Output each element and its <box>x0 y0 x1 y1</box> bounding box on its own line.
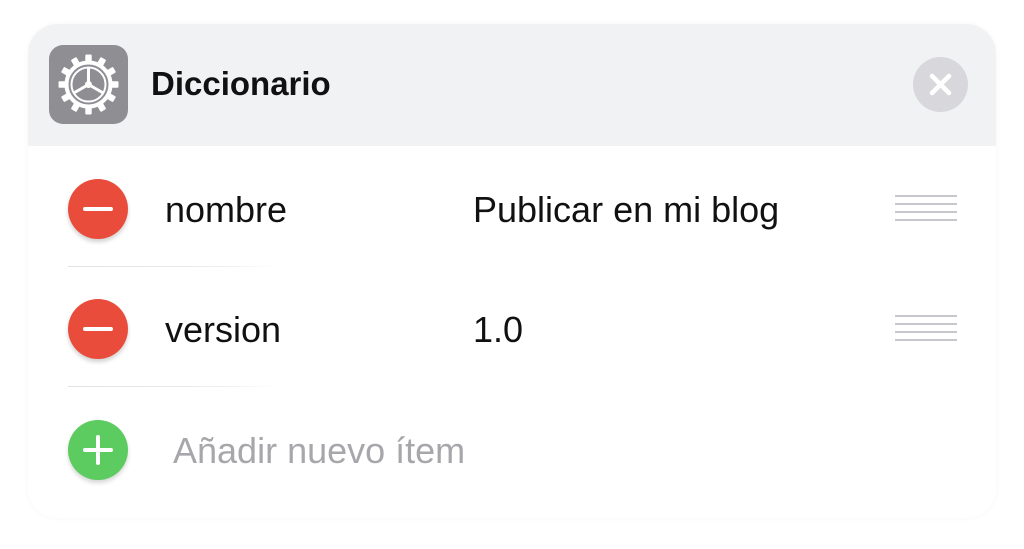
add-item-label[interactable]: Añadir nuevo ítem <box>173 428 465 474</box>
gear-icon <box>49 45 128 124</box>
row-value[interactable]: Publicar en mi blog <box>473 187 883 233</box>
drag-handle-icon[interactable] <box>895 315 957 341</box>
card-header: Diccionario <box>28 24 996 146</box>
drag-handle-icon[interactable] <box>895 195 957 221</box>
dictionary-action-card: Diccionario nombre Publicar en mi blog v… <box>28 24 996 518</box>
dictionary-row: nombre Publicar en mi blog <box>28 149 996 267</box>
dictionary-row: version 1.0 <box>28 269 996 387</box>
plus-circle-icon[interactable] <box>68 420 128 480</box>
row-divider <box>68 266 278 267</box>
row-divider <box>68 386 278 387</box>
card-title: Diccionario <box>151 65 331 102</box>
minus-circle-icon[interactable] <box>68 179 128 239</box>
row-key[interactable]: nombre <box>165 187 287 233</box>
minus-circle-icon[interactable] <box>68 299 128 359</box>
row-key[interactable]: version <box>165 307 281 353</box>
close-icon[interactable] <box>913 57 968 112</box>
row-value[interactable]: 1.0 <box>473 307 883 353</box>
add-item-row[interactable]: Añadir nuevo ítem <box>28 390 996 508</box>
